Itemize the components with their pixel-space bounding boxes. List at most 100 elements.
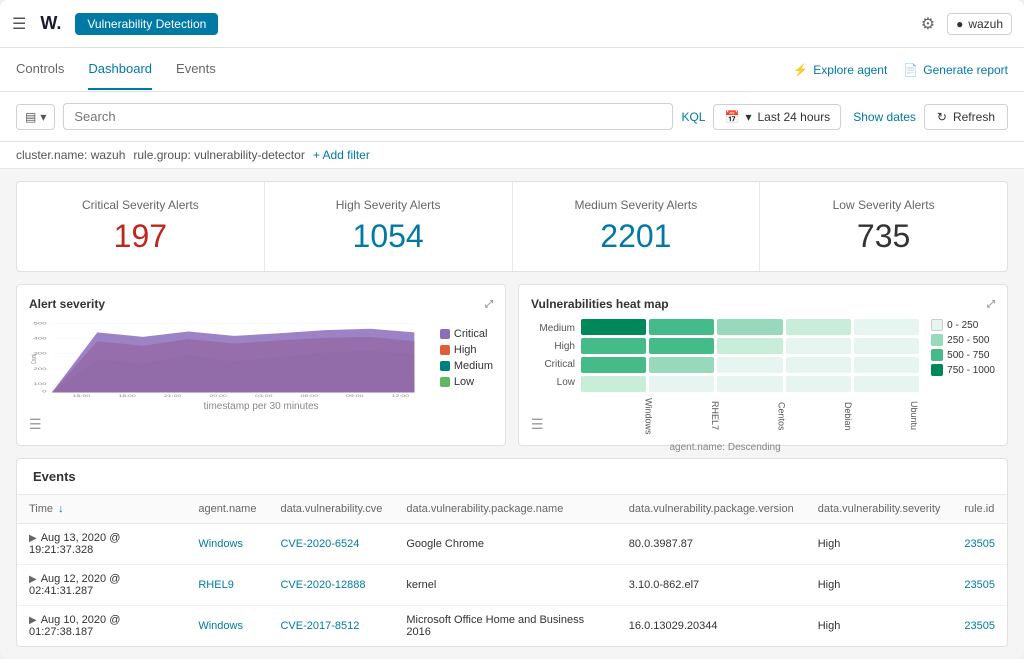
alert-chart-footer: timestamp per 30 minutes bbox=[29, 401, 493, 412]
row2-expand-btn[interactable]: ▶ bbox=[29, 574, 37, 585]
date-range-label: Last 24 hours bbox=[757, 110, 830, 124]
explore-agent-button[interactable]: ⚡ Explore agent bbox=[793, 63, 887, 77]
alert-severity-chart: Alert severity ⤢ 500 400 300 200 100 0 bbox=[16, 284, 506, 446]
explore-agent-label: Explore agent bbox=[813, 63, 887, 77]
metric-high-label: High Severity Alerts bbox=[277, 198, 500, 212]
heatmap-y-labels: Medium High Critical Low bbox=[531, 319, 581, 392]
svg-text:0: 0 bbox=[42, 389, 47, 393]
tab-events[interactable]: Events bbox=[176, 49, 216, 90]
row3-cve[interactable]: CVE-2017-8512 bbox=[280, 620, 359, 632]
row3-agent[interactable]: Windows bbox=[198, 620, 243, 632]
filter-button[interactable]: ▤ ▾ bbox=[16, 104, 55, 130]
heatmap-grid bbox=[581, 319, 919, 392]
date-filter[interactable]: 📅 ▾ Last 24 hours bbox=[713, 104, 841, 130]
row1-agent[interactable]: Windows bbox=[198, 538, 243, 550]
generate-report-button[interactable]: 📄 Generate report bbox=[903, 63, 1008, 77]
row2-ruleid[interactable]: 23505 bbox=[964, 579, 995, 591]
row1-time: Aug 13, 2020 @ 19:21:37.328 bbox=[29, 532, 120, 556]
calendar-icon: 📅 bbox=[724, 110, 739, 124]
chart-table-icon[interactable]: ☰ bbox=[29, 416, 42, 432]
explore-agent-icon: ⚡ bbox=[793, 63, 808, 77]
legend-low: Low bbox=[454, 376, 474, 388]
y-label-critical: Critical bbox=[531, 359, 575, 370]
table-row: ▶Aug 12, 2020 @ 02:41:31.287 RHEL9 CVE-2… bbox=[17, 565, 1007, 606]
svg-text:03:00: 03:00 bbox=[255, 394, 273, 397]
col-ruleid[interactable]: rule.id bbox=[952, 495, 1007, 524]
filter-icon: ▤ bbox=[25, 110, 36, 124]
hamburger-icon[interactable]: ☰ bbox=[12, 14, 26, 34]
col-package[interactable]: data.vulnerability.package.name bbox=[394, 495, 616, 524]
date-filter-chevron: ▾ bbox=[745, 110, 751, 124]
col-version[interactable]: data.vulnerability.package.version bbox=[617, 495, 806, 524]
row3-expand-btn[interactable]: ▶ bbox=[29, 615, 37, 626]
row1-package: Google Chrome bbox=[406, 538, 484, 550]
events-header: Events bbox=[17, 459, 1007, 495]
row2-package: kernel bbox=[406, 579, 436, 591]
metric-medium-label: Medium Severity Alerts bbox=[525, 198, 748, 212]
row3-version: 16.0.13029.20344 bbox=[629, 620, 718, 632]
heatmap-table-icon[interactable]: ☰ bbox=[531, 416, 544, 432]
svg-text:15:00: 15:00 bbox=[73, 394, 91, 397]
breadcrumb-badge: Vulnerability Detection bbox=[75, 13, 218, 35]
metric-medium: Medium Severity Alerts 2201 bbox=[513, 182, 761, 271]
svg-text:500: 500 bbox=[33, 321, 47, 325]
tab-dashboard[interactable]: Dashboard bbox=[88, 49, 152, 90]
add-filter-button[interactable]: + Add filter bbox=[313, 148, 370, 162]
metric-medium-value: 2201 bbox=[525, 218, 748, 255]
filter-tag-rule: rule.group: vulnerability-detector bbox=[133, 148, 304, 162]
alert-chart-expand-icon[interactable]: ⤢ bbox=[485, 299, 493, 310]
refresh-label: Refresh bbox=[953, 110, 995, 124]
heatmap-expand-icon[interactable]: ⤢ bbox=[987, 299, 995, 310]
legend-750-1000: 750 - 1000 bbox=[947, 365, 995, 376]
search-input-wrap[interactable] bbox=[63, 103, 673, 130]
row3-package: Microsoft Office Home and Business 2016 bbox=[406, 614, 584, 638]
metric-critical-value: 197 bbox=[29, 218, 252, 255]
row1-cve[interactable]: CVE-2020-6524 bbox=[280, 538, 359, 550]
generate-report-label: Generate report bbox=[923, 63, 1008, 77]
logo: W. bbox=[36, 11, 65, 36]
col-cve[interactable]: data.vulnerability.cve bbox=[268, 495, 394, 524]
row1-severity: High bbox=[818, 538, 841, 550]
svg-text:Count: Count bbox=[31, 354, 39, 364]
row3-time: Aug 10, 2020 @ 01:27:38.187 bbox=[29, 614, 120, 638]
svg-text:06:00: 06:00 bbox=[301, 394, 319, 397]
kql-badge[interactable]: KQL bbox=[681, 110, 705, 124]
metrics-row: Critical Severity Alerts 197 High Severi… bbox=[16, 181, 1008, 272]
legend-250-500: 250 - 500 bbox=[947, 335, 989, 346]
row2-cve[interactable]: CVE-2020-12888 bbox=[280, 579, 365, 591]
legend-medium: Medium bbox=[454, 360, 493, 372]
row2-agent[interactable]: RHEL9 bbox=[198, 579, 233, 591]
legend-500-750: 500 - 750 bbox=[947, 350, 989, 361]
table-row: ▶Aug 13, 2020 @ 19:21:37.328 Windows CVE… bbox=[17, 524, 1007, 565]
metric-high-value: 1054 bbox=[277, 218, 500, 255]
col-time[interactable]: Time ↓ bbox=[17, 495, 186, 524]
refresh-button[interactable]: ↻ Refresh bbox=[924, 104, 1008, 130]
search-input[interactable] bbox=[74, 109, 662, 124]
table-row: ▶Aug 10, 2020 @ 01:27:38.187 Windows CVE… bbox=[17, 606, 1007, 647]
col-severity[interactable]: data.vulnerability.severity bbox=[806, 495, 953, 524]
row1-expand-btn[interactable]: ▶ bbox=[29, 533, 37, 544]
heatmap-legend: 0 - 250 250 - 500 500 - 750 750 - 1000 bbox=[931, 319, 995, 412]
events-section: Events Time ↓ agent.name data.vulnerabil… bbox=[16, 458, 1008, 647]
heatmap-footer: agent.name: Descending bbox=[531, 442, 919, 453]
filter-tag-cluster: cluster.name: wazuh bbox=[16, 148, 125, 162]
row2-severity: High bbox=[818, 579, 841, 591]
tab-controls[interactable]: Controls bbox=[16, 49, 64, 90]
svg-text:18:00: 18:00 bbox=[118, 394, 136, 397]
row1-ruleid[interactable]: 23505 bbox=[964, 538, 995, 550]
show-dates-button[interactable]: Show dates bbox=[853, 110, 916, 124]
metric-low: Low Severity Alerts 735 bbox=[760, 182, 1007, 271]
metric-low-label: Low Severity Alerts bbox=[772, 198, 995, 212]
y-label-low: Low bbox=[531, 377, 575, 388]
user-menu[interactable]: ● wazuh bbox=[947, 13, 1012, 35]
svg-text:12:00: 12:00 bbox=[392, 394, 410, 397]
svg-text:21:00: 21:00 bbox=[164, 394, 182, 397]
col-agent[interactable]: agent.name bbox=[186, 495, 268, 524]
refresh-icon: ↻ bbox=[937, 110, 947, 124]
events-table: Time ↓ agent.name data.vulnerability.cve… bbox=[17, 495, 1007, 646]
row3-ruleid[interactable]: 23505 bbox=[964, 620, 995, 632]
svg-text:09:00: 09:00 bbox=[346, 394, 364, 397]
gear-icon[interactable]: ⚙ bbox=[921, 14, 935, 34]
user-icon: ● bbox=[956, 17, 963, 31]
metric-high: High Severity Alerts 1054 bbox=[265, 182, 513, 271]
